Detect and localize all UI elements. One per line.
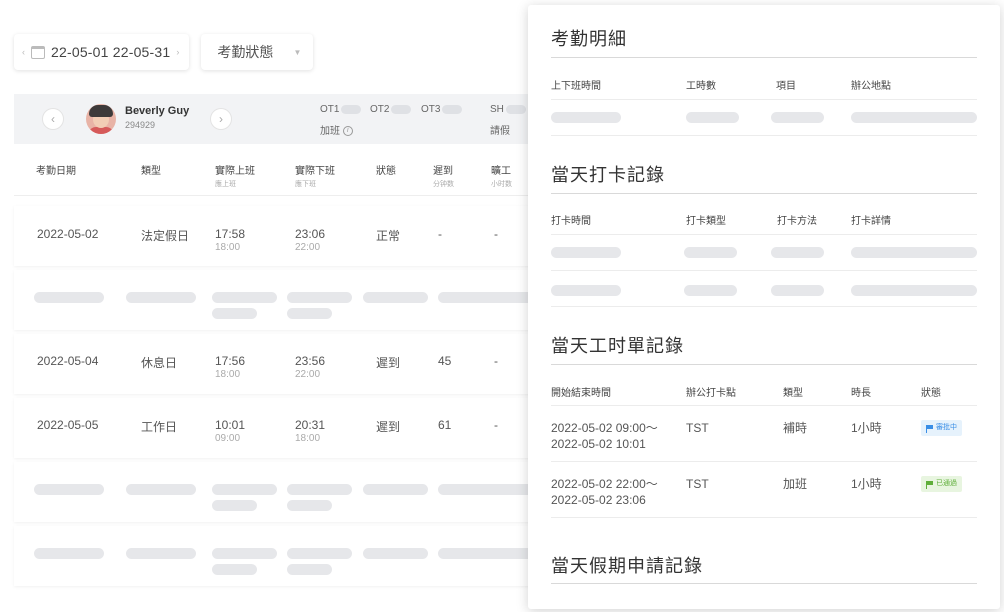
row-clock-out: 20:31 18:00 bbox=[295, 418, 326, 444]
ot2-label: OT2 bbox=[370, 104, 390, 115]
col-clock-out: 實際下班 應下班 bbox=[295, 166, 335, 188]
col-type: 類型 bbox=[141, 166, 161, 177]
row-absent: - bbox=[494, 227, 498, 241]
table-row[interactable]: 2022-05-05 工作日 10:01 09:00 20:31 18:00 遲到 … bbox=[14, 398, 544, 458]
prev-arrow-icon[interactable]: ‹ bbox=[22, 47, 25, 57]
col-status: 狀態 bbox=[376, 166, 396, 177]
timesheet-row-location: TST bbox=[686, 421, 709, 435]
ot2-summary: OT2 bbox=[370, 104, 412, 115]
timesheet-row-type: 補時 bbox=[783, 421, 808, 435]
section-title-leave-records: 當天假期申請記錄 bbox=[551, 556, 703, 576]
punch-header-type: 打卡類型 bbox=[686, 216, 726, 227]
row-type: 工作日 bbox=[141, 420, 178, 434]
ot3-label: OT3 bbox=[421, 104, 441, 115]
timesheet-header-status: 狀態 bbox=[921, 388, 941, 399]
avatar bbox=[86, 104, 116, 134]
row-late: 45 bbox=[438, 354, 452, 368]
prev-employee-button[interactable]: ‹ bbox=[42, 108, 64, 130]
row-clock-out: 23:56 22:00 bbox=[295, 354, 326, 380]
row-clock-in: 17:56 18:00 bbox=[215, 354, 246, 380]
row-date: 2022-05-05 bbox=[37, 418, 99, 432]
timesheet-header-type: 類型 bbox=[783, 388, 803, 399]
flag-icon bbox=[926, 480, 933, 489]
next-arrow-icon[interactable]: › bbox=[176, 47, 179, 57]
next-employee-button[interactable]: › bbox=[210, 108, 232, 130]
sh-summary: SH bbox=[490, 104, 526, 115]
ot3-summary: OT3 bbox=[421, 104, 463, 115]
table-row[interactable]: 2022-05-02 法定假日 17:58 18:00 23:06 22:00 正常… bbox=[14, 206, 544, 266]
row-type: 法定假日 bbox=[141, 229, 190, 243]
sh-label: SH bbox=[490, 104, 504, 115]
col-date: 考勤日期 bbox=[36, 166, 76, 177]
ot1-label: OT1 bbox=[320, 104, 340, 115]
flag-icon bbox=[926, 424, 933, 433]
row-clock-out: 23:06 22:00 bbox=[295, 227, 326, 253]
detail-header-hours: 工時數 bbox=[686, 81, 716, 92]
row-date: 2022-05-02 bbox=[37, 227, 99, 241]
ot1-summary: OT1 bbox=[320, 104, 362, 115]
timesheet-header-period: 開始結束時間 bbox=[551, 388, 611, 399]
row-clock-in: 10:01 09:00 bbox=[215, 418, 246, 444]
overtime-label: 加班 bbox=[320, 126, 340, 137]
section-title-timesheet-records: 當天工时單記錄 bbox=[551, 336, 684, 356]
status-badge: 審批中 bbox=[921, 420, 962, 436]
timesheet-row-period: 2022-05-02 09:00～ 2022-05-02 10:01 bbox=[551, 421, 658, 451]
col-absent: 曠工 小时数 bbox=[491, 166, 512, 188]
row-date: 2022-05-04 bbox=[37, 354, 99, 368]
punch-header-time: 打卡時間 bbox=[551, 216, 591, 227]
row-clock-in: 17:58 18:00 bbox=[215, 227, 246, 253]
chevron-down-icon: ▼ bbox=[293, 47, 302, 57]
calendar-icon bbox=[31, 45, 45, 59]
filter-bar: ‹ 22-05-01 22-05-31 › 考勤狀態 ▼ bbox=[14, 34, 314, 70]
col-late: 遲到 分钟数 bbox=[433, 166, 454, 188]
row-status: 正常 bbox=[376, 229, 401, 243]
row-status: 遲到 bbox=[376, 356, 401, 370]
loading-row bbox=[14, 526, 544, 586]
section-title-attendance-detail: 考勤明細 bbox=[551, 29, 627, 49]
punch-header-detail: 打卡詳情 bbox=[851, 216, 891, 227]
loading-row bbox=[14, 462, 544, 522]
employee-id: 294929 bbox=[125, 120, 156, 130]
timesheet-row-type: 加班 bbox=[783, 477, 808, 491]
detail-header-location: 辦公地點 bbox=[851, 81, 891, 92]
detail-header-item: 項目 bbox=[776, 81, 796, 92]
timesheet-row-location: TST bbox=[686, 477, 709, 491]
leave-summary: 請假 bbox=[490, 126, 510, 137]
row-late: - bbox=[438, 227, 442, 241]
status-badge: 已通過 bbox=[921, 476, 962, 492]
row-absent: - bbox=[494, 418, 498, 432]
detail-header-time: 上下班時間 bbox=[551, 81, 601, 92]
row-type: 休息日 bbox=[141, 356, 178, 370]
timesheet-row-duration: 1小時 bbox=[851, 477, 882, 491]
row-status: 遲到 bbox=[376, 420, 401, 434]
loading-row bbox=[14, 270, 544, 330]
overtime-summary: 加班 i bbox=[320, 122, 353, 137]
date-range-text[interactable]: 22-05-01 22-05-31 bbox=[51, 44, 170, 60]
timesheet-row-duration: 1小時 bbox=[851, 421, 882, 435]
status-select-placeholder: 考勤狀態 bbox=[217, 44, 274, 60]
timesheet-header-location: 辦公打卡點 bbox=[686, 388, 736, 399]
employee-summary-bar: ‹ Beverly Guy 294929 › OT1 OT2 OT3 加班 i … bbox=[14, 94, 544, 144]
attendance-status-select[interactable]: 考勤狀態 ▼ bbox=[201, 34, 314, 70]
section-title-punch-records: 當天打卡記錄 bbox=[551, 165, 665, 185]
employee-name: Beverly Guy bbox=[125, 105, 190, 117]
row-absent: - bbox=[494, 354, 498, 368]
date-range-picker[interactable]: ‹ 22-05-01 22-05-31 › bbox=[14, 34, 190, 70]
info-icon[interactable]: i bbox=[342, 126, 353, 137]
punch-header-method: 打卡方法 bbox=[777, 216, 817, 227]
timesheet-header-duration: 時長 bbox=[851, 388, 871, 399]
timesheet-row-period: 2022-05-02 22:00～ 2022-05-02 23:06 bbox=[551, 477, 658, 507]
attendance-detail-panel: 考勤明細 上下班時間 工時數 項目 辦公地點 當天打卡記錄 打卡時間 打卡類型 … bbox=[528, 5, 1000, 609]
row-late: 61 bbox=[438, 418, 452, 432]
table-row[interactable]: 2022-05-04 休息日 17:56 18:00 23:56 22:00 遲到 … bbox=[14, 334, 544, 394]
col-clock-in: 實際上班 應上班 bbox=[215, 166, 255, 188]
attendance-table-header: 考勤日期 類型 實際上班 應上班 實際下班 應下班 狀態 遲到 分钟数 曠工 小时数 bbox=[14, 150, 544, 196]
